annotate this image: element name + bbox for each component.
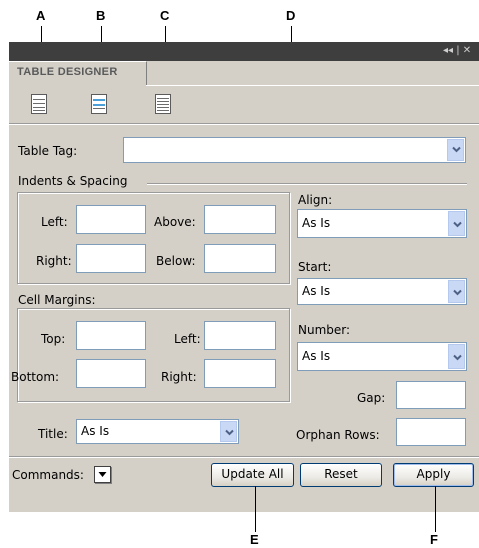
leader-line-f bbox=[435, 486, 436, 532]
start-label: Start: bbox=[298, 260, 332, 274]
title-label: Title: bbox=[38, 427, 68, 441]
chevron-down-icon[interactable] bbox=[448, 211, 465, 236]
apply-button[interactable]: Apply bbox=[393, 463, 474, 487]
indent-left-field[interactable] bbox=[76, 205, 146, 234]
margin-bottom-field[interactable] bbox=[76, 359, 146, 388]
margin-left-label: Left: bbox=[174, 332, 201, 346]
callout-a: A bbox=[36, 8, 46, 23]
update-all-button[interactable]: Update All bbox=[211, 463, 294, 487]
chevron-down-icon[interactable] bbox=[447, 139, 464, 161]
title-dropdown[interactable]: As Is bbox=[76, 419, 239, 444]
table-tag-dropdown[interactable] bbox=[123, 137, 466, 163]
orphan-rows-field[interactable] bbox=[396, 418, 466, 446]
tab-divider bbox=[146, 85, 479, 86]
margin-top-label: Top: bbox=[41, 332, 66, 346]
callout-b: B bbox=[96, 8, 106, 23]
space-below-field[interactable] bbox=[204, 244, 276, 273]
gap-field[interactable] bbox=[396, 381, 466, 409]
indent-right-field[interactable] bbox=[76, 244, 146, 273]
callout-e: E bbox=[250, 532, 259, 547]
table-highlight-icon[interactable] bbox=[91, 94, 107, 114]
panel-titlebar-controls[interactable]: ◂◂ | ✕ bbox=[443, 45, 471, 56]
table-tag-label: Table Tag: bbox=[18, 144, 78, 158]
number-dropdown[interactable]: As Is bbox=[297, 342, 467, 371]
margin-right-field[interactable] bbox=[204, 359, 276, 388]
margin-right-label: Right: bbox=[161, 370, 197, 384]
start-value: As Is bbox=[302, 284, 331, 298]
space-above-field[interactable] bbox=[204, 205, 276, 234]
callout-f: F bbox=[430, 532, 438, 547]
chevron-down-icon[interactable] bbox=[448, 280, 465, 303]
commands-label: Commands: bbox=[12, 468, 84, 482]
callout-d: D bbox=[286, 8, 296, 23]
start-dropdown[interactable]: As Is bbox=[297, 278, 467, 305]
chevron-down-icon[interactable] bbox=[220, 421, 237, 442]
space-below-label: Below: bbox=[156, 254, 196, 268]
table-striped-icon[interactable] bbox=[155, 94, 171, 114]
tab-label: TABLE DESIGNER bbox=[17, 66, 118, 78]
commands-menu-button[interactable] bbox=[94, 466, 111, 483]
number-value: As Is bbox=[302, 349, 331, 363]
footer-divider-highlight bbox=[9, 457, 479, 458]
triangle-down-icon bbox=[98, 472, 107, 477]
align-label: Align: bbox=[298, 193, 333, 207]
panel-titlebar: ◂◂ | ✕ bbox=[9, 42, 479, 61]
gap-label: Gap: bbox=[357, 391, 386, 405]
number-label: Number: bbox=[298, 323, 351, 337]
leader-line-e bbox=[255, 486, 256, 532]
align-dropdown[interactable]: As Is bbox=[297, 209, 467, 238]
tab-table-designer[interactable]: TABLE DESIGNER bbox=[9, 61, 147, 86]
align-value: As Is bbox=[302, 216, 331, 230]
margin-top-field[interactable] bbox=[76, 321, 146, 350]
space-above-label: Above: bbox=[154, 215, 196, 229]
title-value: As Is bbox=[81, 424, 110, 438]
indents-spacing-divider-highlight bbox=[147, 184, 467, 185]
orphan-rows-label: Orphan Rows: bbox=[296, 428, 380, 442]
reset-button[interactable]: Reset bbox=[300, 463, 382, 487]
chevron-down-icon[interactable] bbox=[448, 344, 465, 369]
margin-bottom-label: Bottom: bbox=[11, 370, 60, 384]
cell-margins-heading: Cell Margins: bbox=[18, 293, 96, 307]
callout-c: C bbox=[160, 8, 170, 23]
margin-left-field[interactable] bbox=[204, 321, 276, 350]
indents-spacing-heading: Indents & Spacing bbox=[18, 174, 128, 188]
table-designer-panel: ◂◂ | ✕ TABLE DESIGNER Table Tag: Indents… bbox=[9, 42, 479, 512]
toolbar-divider-highlight bbox=[9, 124, 479, 125]
indent-left-label: Left: bbox=[41, 215, 68, 229]
indent-right-label: Right: bbox=[36, 254, 72, 268]
table-icon[interactable] bbox=[31, 94, 47, 114]
